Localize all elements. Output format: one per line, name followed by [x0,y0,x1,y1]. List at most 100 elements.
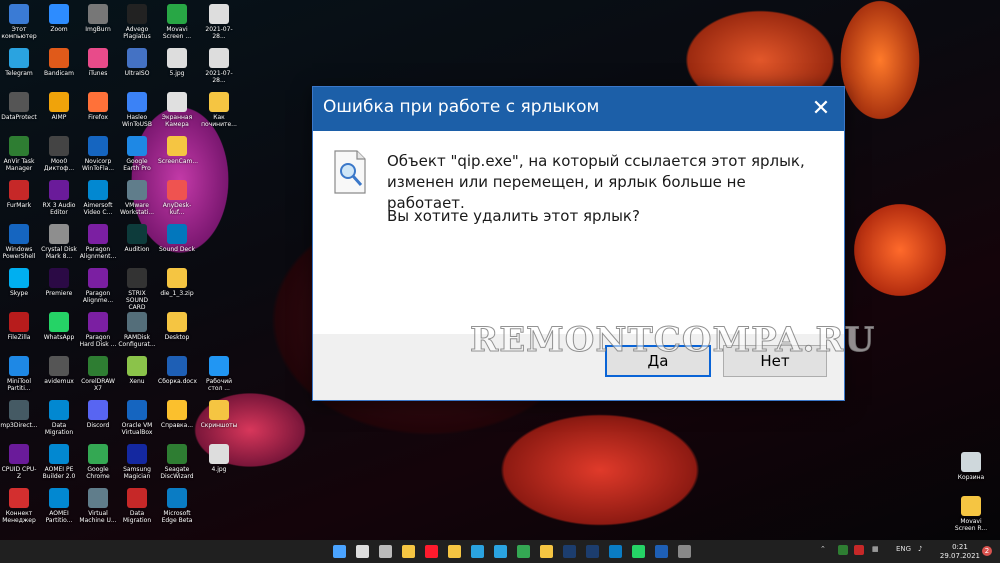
desktop-icon[interactable]: Hasleo WinToUSB [118,92,156,128]
desktop-icon[interactable]: AnVir Task Manager [0,136,38,172]
desktop-icon[interactable]: FileZilla [0,312,38,341]
desktop-icon[interactable]: avidemux [40,356,78,385]
desktop-icon[interactable]: UltraISO [118,48,156,77]
desktop-icon[interactable]: Audition [118,224,156,253]
tray-app-icon-2[interactable] [854,545,864,555]
opera-icon[interactable] [425,545,438,558]
language-indicator[interactable]: ENG [896,545,911,553]
desktop-icon[interactable]: Crystal Disk Mark 8... [40,224,78,260]
desktop-icon[interactable]: Firefox [79,92,117,121]
app-icon [88,400,108,420]
desktop-icon[interactable]: ImgBurn [79,4,117,33]
app-icon [49,312,69,332]
desktop-icon[interactable]: Paragon Alignme... [79,268,117,304]
desktop-icon[interactable]: Seagate DiscWizard [158,444,196,480]
system-clock[interactable]: 0:21 29.07.2021 [940,543,980,561]
desktop-icon[interactable]: Novicorp WinToFla... [79,136,117,172]
edge-icon[interactable] [609,545,622,558]
desktop-icon[interactable]: Aimersoft Video C... [79,180,117,216]
desktop-icon[interactable]: Xenu [118,356,156,385]
desktop-icon[interactable]: AIMP [40,92,78,121]
ps-icon[interactable] [586,545,599,558]
desktop-icon[interactable]: Как почините... [200,92,238,128]
search-icon[interactable] [356,545,369,558]
desktop-icon[interactable]: Скриншоты [200,400,238,429]
folder-icon[interactable] [448,545,461,558]
desktop-icon[interactable]: VMware Workstati... [118,180,156,216]
desktop-icon[interactable]: Справка... [158,400,196,429]
desktop-icon[interactable]: Virtual Machine U... [79,488,117,524]
desktop-icon[interactable]: AOMEI PE Builder 2.0 [40,444,78,480]
desktop-icon[interactable]: 5.jpg [158,48,196,77]
desktop-icon[interactable]: 2021-07-28... [200,48,238,84]
desktop-icon[interactable]: Telegram [0,48,38,77]
desktop-icon[interactable]: Рабочий стол ... [200,356,238,392]
files-icon[interactable] [540,545,553,558]
desktop-icon[interactable]: Коннект Менеджер [0,488,38,524]
desktop-icon[interactable]: Premiere [40,268,78,297]
tray-up-arrow-icon[interactable]: ⌃ [820,545,826,553]
desktop-icon[interactable]: Paragon Alignment... [79,224,117,260]
desktop-icon[interactable]: RAMDisk Configurat... [118,312,156,348]
desktop-icon[interactable]: AnyDesk-kuf... [158,180,196,216]
desktop-icon[interactable]: Сборка.docx [158,356,197,385]
photoshop-icon[interactable] [563,545,576,558]
desktop-icon[interactable]: Google Earth Pro [118,136,156,172]
desktop-icon[interactable]: mp3Direct... [0,400,38,429]
notepad-icon[interactable] [471,545,484,558]
desktop-icon[interactable]: Windows PowerShell [0,224,38,260]
desktop-icon[interactable]: Oracle VM VirtualBox [118,400,156,436]
desktop-icon[interactable]: RX 3 Audio Editor [40,180,78,216]
desktop-icon[interactable]: STRIX SOUND CARD [118,268,156,311]
desktop-icon-label: Skype [9,290,29,297]
desktop-icon[interactable]: iTunes [79,48,117,77]
desktop-icon[interactable]: Movavi Screen R... [952,496,990,532]
desktop-icon[interactable]: Sound Deck [158,224,196,253]
settings-icon[interactable] [678,545,691,558]
taskview-icon[interactable] [379,545,392,558]
chrome-icon[interactable] [517,545,530,558]
desktop-icon[interactable]: ScreenCam... [158,136,198,165]
desktop-icon[interactable]: 4.jpg [200,444,238,473]
desktop-icon[interactable]: Paragon Hard Disk ... [79,312,117,348]
tray-wifi-icon[interactable]: ▦ [872,545,879,553]
desktop-icon[interactable]: Skype [0,268,38,297]
desktop-icon[interactable]: Экранная Камера [158,92,196,128]
dialog-titlebar[interactable]: Ошибка при работе с ярлыком ✕ [313,87,844,131]
desktop-icon[interactable]: MiniTool Partiti... [0,356,38,392]
notification-badge[interactable]: 2 [982,546,992,556]
word-icon[interactable] [655,545,668,558]
desktop-icon[interactable]: Этот компьютер [0,4,38,40]
app-icon [127,136,147,156]
desktop-icon[interactable]: DataProtect [0,92,38,121]
desktop-icon[interactable]: Google Chrome [79,444,117,480]
desktop-icon[interactable]: WhatsApp [40,312,78,341]
close-button[interactable]: ✕ [798,87,844,131]
desktop-icon[interactable]: Microsoft Edge Beta [158,488,196,524]
whatsapp-icon[interactable] [632,545,645,558]
explorer-icon[interactable] [402,545,415,558]
desktop-icon[interactable]: Data Migration [118,488,156,524]
desktop-icon[interactable]: Advego Plagiatus [118,4,156,40]
desktop-icon[interactable]: Data Migration [40,400,78,436]
desktop-icon[interactable]: Bandicam [40,48,78,77]
windows-icon[interactable] [333,545,346,558]
desktop-icon[interactable]: Desktop [158,312,196,341]
desktop-icon[interactable]: Samsung Magician [118,444,156,480]
desktop-icon[interactable]: Корзина [952,452,990,481]
telegram-icon[interactable] [494,545,507,558]
desktop-icon-label: Aimersoft Video C... [83,202,113,216]
app-icon [9,488,29,508]
volume-icon[interactable]: ♪ [918,545,922,553]
desktop-icon[interactable]: CorelDRAW X7 [79,356,117,392]
desktop-icon[interactable]: Zoom [40,4,78,33]
desktop-icon[interactable]: AOMEI Partitio... [40,488,78,524]
desktop-icon[interactable]: Discord [79,400,117,429]
desktop-icon[interactable]: Movavi Screen ... [158,4,196,40]
desktop-icon[interactable]: 2021-07-28... [200,4,238,40]
desktop-icon[interactable]: CPUID CPU-Z [0,444,38,480]
desktop-icon[interactable]: Moo0 Диктоф... [40,136,78,172]
desktop-icon[interactable]: die_1_3.zip [158,268,196,297]
tray-app-icon[interactable] [838,545,848,555]
desktop-icon[interactable]: FurMark [0,180,38,209]
